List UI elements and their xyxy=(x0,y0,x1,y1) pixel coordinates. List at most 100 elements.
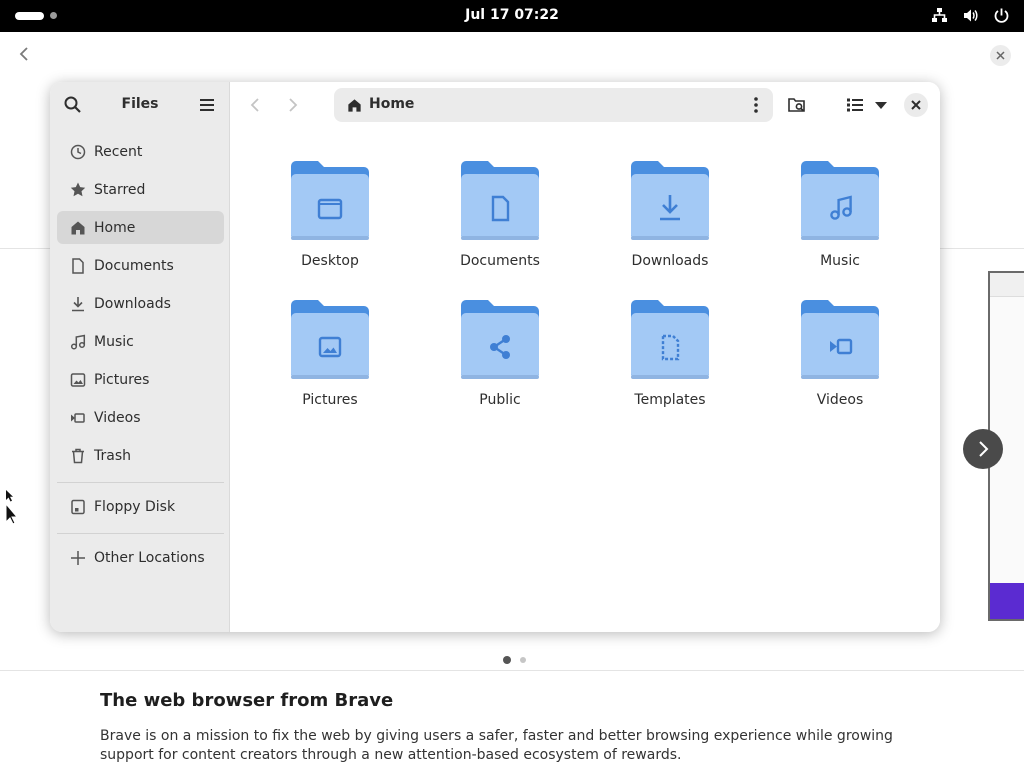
carousel-dot-active[interactable] xyxy=(503,656,511,664)
main-menu-button[interactable] xyxy=(196,94,218,116)
caret-down-icon xyxy=(875,102,887,109)
folder-label: Desktop xyxy=(301,253,359,269)
sidebar-item-floppy-disk[interactable]: Floppy Disk xyxy=(57,490,224,523)
sidebar-header: Files xyxy=(50,82,230,128)
folder-icon xyxy=(801,300,879,379)
folder-videos[interactable]: Videos xyxy=(770,299,910,429)
folder-label: Public xyxy=(479,392,521,408)
system-tray[interactable] xyxy=(931,7,1010,24)
kebab-menu-icon xyxy=(754,97,758,113)
star-icon xyxy=(70,182,86,196)
trash-icon xyxy=(72,448,84,463)
sidebar-item-trash[interactable]: Trash xyxy=(57,439,224,472)
folder-search-icon xyxy=(788,98,805,112)
folder-icon xyxy=(461,161,539,240)
chevron-left-icon xyxy=(250,98,259,112)
path-menu-button[interactable] xyxy=(746,95,766,115)
sidebar-separator xyxy=(57,482,224,483)
sidebar-item-label: Home xyxy=(94,219,136,236)
folder-templates[interactable]: Templates xyxy=(600,299,740,429)
content-area: Home Desktop Documents Downloads Music P… xyxy=(230,82,940,632)
close-icon xyxy=(996,51,1005,60)
carousel-indicator xyxy=(503,656,526,664)
clock-icon xyxy=(70,144,86,159)
sidebar-item-music[interactable]: Music xyxy=(57,325,224,358)
chevron-right-icon xyxy=(979,441,989,457)
screenshot-banner xyxy=(990,583,1024,619)
folder-icon xyxy=(291,300,369,379)
app-description: Brave is on a mission to fix the web by … xyxy=(100,728,893,763)
carousel-next-button[interactable] xyxy=(963,429,1003,469)
app-title: The web browser from Brave xyxy=(100,690,394,711)
folder-public[interactable]: Public xyxy=(430,299,570,429)
sidebar-item-label: Music xyxy=(94,333,134,350)
sidebar-item-home[interactable]: Home xyxy=(57,211,224,244)
network-icon[interactable] xyxy=(931,7,948,24)
list-view-icon xyxy=(847,98,863,112)
sidebar-item-other-locations[interactable]: Other Locations xyxy=(57,541,224,574)
sidebar-item-recent[interactable]: Recent xyxy=(57,135,224,168)
sidebar-item-downloads[interactable]: Downloads xyxy=(57,287,224,320)
hamburger-menu-icon xyxy=(200,99,214,111)
path-bar[interactable]: Home xyxy=(334,88,773,122)
carousel-dot[interactable] xyxy=(520,657,526,663)
folder-icon xyxy=(631,300,709,379)
folder-desktop[interactable]: Desktop xyxy=(260,160,400,290)
folder-label: Downloads xyxy=(631,253,709,269)
back-arrow-icon[interactable] xyxy=(14,44,34,64)
sidebar-item-label: Floppy Disk xyxy=(94,498,176,515)
floppy-icon xyxy=(71,499,85,514)
sidebar-item-starred[interactable]: Starred xyxy=(57,173,224,206)
sidebar-item-label: Videos xyxy=(94,409,141,426)
video-icon xyxy=(71,412,85,423)
volume-icon[interactable] xyxy=(962,7,979,24)
sidebar-item-label: Other Locations xyxy=(94,549,205,566)
sidebar-separator xyxy=(57,533,224,534)
folder-label: Pictures xyxy=(302,392,358,408)
document-icon xyxy=(72,257,84,274)
window-close-button[interactable] xyxy=(904,93,928,117)
sidebar: Files Recent Starred Home Documents Down… xyxy=(50,82,230,632)
back-button[interactable] xyxy=(244,94,266,116)
forward-button[interactable] xyxy=(282,94,304,116)
home-icon xyxy=(348,99,361,112)
folder-pictures[interactable]: Pictures xyxy=(260,299,400,429)
sidebar-item-documents[interactable]: Documents xyxy=(57,249,224,282)
picture-icon xyxy=(70,372,86,387)
folder-documents[interactable]: Documents xyxy=(430,160,570,290)
folder-downloads[interactable]: Downloads xyxy=(600,160,740,290)
music-icon xyxy=(70,334,86,350)
folder-label: Videos xyxy=(816,392,864,408)
sidebar-item-label: Starred xyxy=(94,181,146,198)
plus-icon xyxy=(71,550,85,565)
divider xyxy=(0,670,1024,671)
close-icon xyxy=(911,100,921,110)
files-window: Files Recent Starred Home Documents Down… xyxy=(50,82,940,632)
sidebar-item-label: Recent xyxy=(94,143,143,160)
path-label[interactable]: Home xyxy=(369,96,414,112)
sidebar-item-pictures[interactable]: Pictures xyxy=(57,363,224,396)
home-icon xyxy=(71,221,85,234)
chevron-right-icon xyxy=(289,98,298,112)
view-options-dropdown[interactable] xyxy=(872,94,890,116)
folder-label: Music xyxy=(820,253,860,269)
screenshot-toolbar xyxy=(990,273,1024,297)
search-folder-button[interactable] xyxy=(786,94,808,116)
clock[interactable]: Jul 17 07:22 xyxy=(0,7,1024,23)
sidebar-item-videos[interactable]: Videos xyxy=(57,401,224,434)
close-button[interactable] xyxy=(990,45,1011,66)
sidebar-item-label: Downloads xyxy=(94,295,171,312)
download-icon xyxy=(72,296,84,311)
folder-music[interactable]: Music xyxy=(770,160,910,290)
power-icon[interactable] xyxy=(993,7,1010,24)
sidebar-item-label: Trash xyxy=(94,447,131,464)
folder-icon xyxy=(291,161,369,240)
folder-label: Templates xyxy=(634,392,706,408)
sidebar-item-label: Documents xyxy=(94,257,174,274)
folder-label: Documents xyxy=(460,253,540,269)
top-bar: Jul 17 07:22 xyxy=(0,0,1024,32)
folder-icon xyxy=(801,161,879,240)
folder-icon xyxy=(631,161,709,240)
folder-icon xyxy=(461,300,539,379)
view-list-button[interactable] xyxy=(844,94,866,116)
